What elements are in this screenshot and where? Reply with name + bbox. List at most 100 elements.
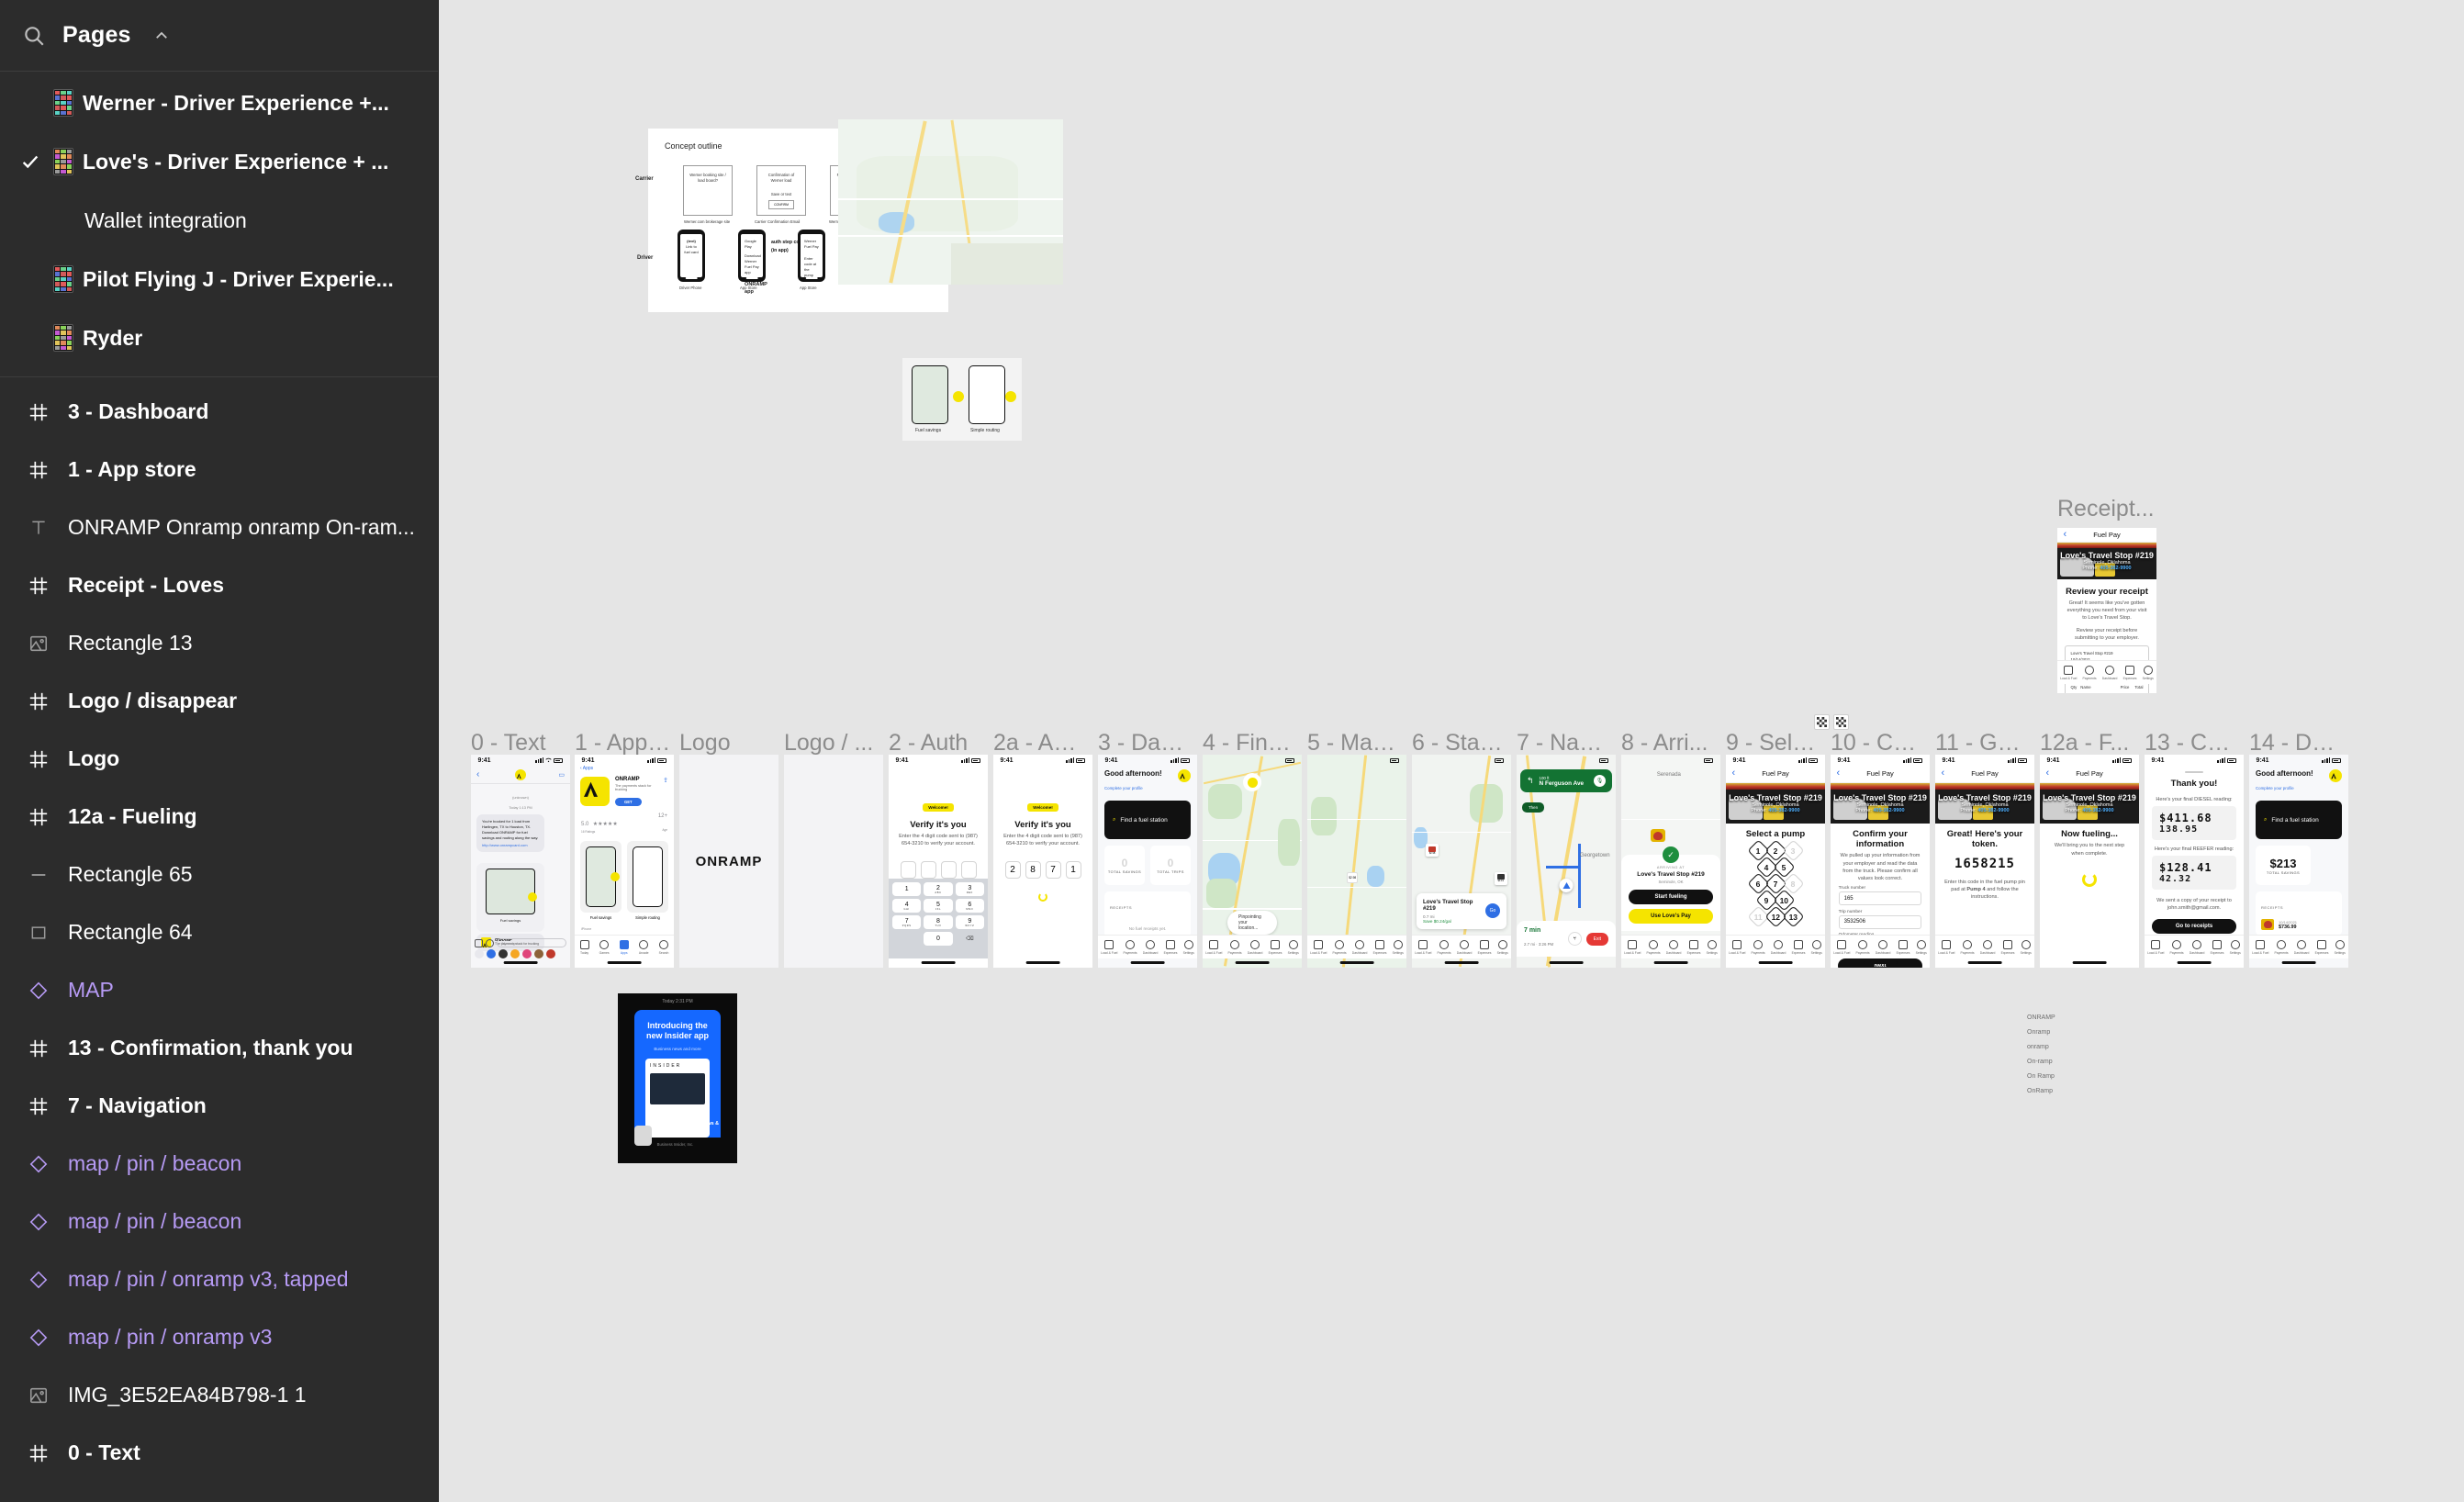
receipts-card[interactable]: RECEIPTS 10/14/2021 $736.99 — [2256, 891, 2342, 936]
tab-item[interactable]: Payments — [2083, 665, 2097, 680]
code-digit[interactable]: 7 — [1045, 860, 1061, 879]
route-options-icon[interactable]: ⑂ — [1567, 932, 1582, 946]
camera-icon[interactable] — [475, 938, 483, 947]
code-digit[interactable]: 8 — [1025, 860, 1041, 879]
keypad-key-7[interactable]: 7 PQRS — [892, 915, 922, 929]
numeric-keypad[interactable]: 1 2 ABC 3 DEF 4 GHI 5 JKL 6 MNO 7 PQRS 8 TUV 9 WXYZ 0 ⌫ — [889, 879, 988, 958]
tab-expenses[interactable]: Expenses — [1792, 939, 1805, 955]
frame-label-4-find[interactable]: 4 - Find... — [1203, 730, 1294, 757]
layer-item-18[interactable]: 0 - Text — [0, 1424, 438, 1482]
tab-dashboard[interactable]: Dashboard — [2190, 939, 2204, 955]
layer-item-2[interactable]: ONRAMP Onramp onramp On-ram... — [0, 499, 438, 556]
find-fuel-search[interactable]: ⌕ Find a fuel station — [1104, 801, 1191, 840]
tab-dashboard[interactable]: Dashboard — [1980, 939, 1995, 955]
page-item-4[interactable]: Ryder — [0, 308, 438, 367]
keypad-key-8[interactable]: 8 TUV — [924, 915, 953, 929]
tab-settings[interactable]: Settings — [1707, 939, 1718, 955]
tab-load-fuel[interactable]: Load & Fuel — [1415, 939, 1431, 955]
frame-13-confirmation[interactable]: 9:41 Thank you! Here's your final DIESEL… — [2145, 755, 2244, 968]
tab-settings[interactable]: Settings — [1288, 939, 1299, 955]
tab-dashboard[interactable]: Dashboard — [1143, 939, 1158, 955]
frame-map-preview-pair[interactable]: Fuel savings Simple routing — [902, 358, 1022, 441]
exit-button[interactable]: Exit — [1585, 932, 1608, 946]
tab-payments[interactable]: Payments — [1961, 939, 1975, 955]
tab-load-fuel[interactable]: Load & Fuel — [2252, 939, 2268, 955]
frame-5-map[interactable]: 9:41 $2.98 Load & Fuel Payments Dashboar… — [1307, 755, 1406, 968]
keypad-key-4[interactable]: 4 GHI — [892, 899, 922, 913]
tab-settings[interactable]: Settings — [1811, 939, 1822, 955]
frame-2-auth[interactable]: 9:41 Welcome! Verify it's you Enter the … — [889, 755, 988, 968]
back-icon[interactable]: ‹ — [1836, 768, 1840, 779]
frame-10-confirm-info[interactable]: 9:41 ‹ Fuel Pay Love's Travel Stop #219 … — [1831, 755, 1930, 968]
frame-receipt-loves[interactable]: ‹ Fuel Pay Love's Travel Stop #219 Semin… — [2057, 528, 2156, 693]
message-input[interactable]: iMessage — [497, 938, 566, 947]
frame-label-2-auth[interactable]: 2 - Auth — [889, 730, 980, 757]
tab-settings[interactable]: Settings — [2335, 939, 2346, 955]
tab-item[interactable]: Expenses — [2123, 665, 2136, 680]
frame-label-receipt[interactable]: Receipt... — [2057, 496, 2158, 522]
profile-link[interactable]: Complete your profile — [1104, 786, 1143, 790]
frame-14-dashboard-filled[interactable]: 9:41 Good afternoon! Complete your profi… — [2249, 755, 2348, 968]
frame-label-logo-disappear[interactable]: Logo / ... — [784, 730, 876, 757]
frame-6-station[interactable]: 9:41 $2.98 $3.19 Love's Travel Stop #219… — [1412, 755, 1511, 968]
layer-item-3[interactable]: Receipt - Loves — [0, 556, 438, 614]
tab-load-fuel[interactable]: Load & Fuel — [1205, 939, 1222, 955]
receipt-row[interactable]: 10/14/2021 $736.99 — [2261, 919, 2336, 931]
pump-grid[interactable]: 1 2 3 4 5 6 7 8 9 10 11 12 13 — [1726, 839, 1825, 928]
code-digit-box[interactable] — [960, 860, 977, 879]
tab-bar[interactable]: Load & Fuel Payments Dashboard Expenses … — [1098, 935, 1197, 958]
link-preview[interactable]: Fuel savings — [476, 863, 544, 932]
page-item-3[interactable]: Pilot Flying J - Driver Experie... — [0, 250, 438, 308]
start-fueling-button[interactable]: Start fueling — [1629, 890, 1713, 904]
layer-item-0[interactable]: 3 - Dashboard — [0, 383, 438, 441]
phone-number[interactable]: 405-382-9900 — [1873, 808, 1904, 813]
app-logo-icon[interactable] — [2329, 769, 2342, 783]
frame-label-9-select[interactable]: 9 - Sele... — [1726, 730, 1818, 757]
layer-item-1[interactable]: 1 - App store — [0, 441, 438, 499]
tab-load-fuel[interactable]: Load & Fuel — [2147, 939, 2164, 955]
frame-label-14-dashboard[interactable]: 14 - Da... — [2249, 730, 2341, 757]
frame-logo[interactable]: ONRAMP — [679, 755, 778, 968]
loves-pin-icon[interactable] — [1651, 829, 1666, 843]
appstore-icon[interactable] — [486, 938, 494, 947]
frame-logo-disappear[interactable] — [784, 755, 883, 968]
page-item-0[interactable]: Werner - Driver Experience +... — [0, 73, 438, 132]
tab-expenses[interactable]: Expenses — [2001, 939, 2014, 955]
tab-expenses[interactable]: Expenses — [1269, 939, 1282, 955]
layer-item-4[interactable]: Rectangle 13 — [0, 614, 438, 672]
phone-number[interactable]: 405-382-9900 — [2100, 566, 2131, 571]
frame-label-10-confirm[interactable]: 10 - Co... — [1831, 730, 1922, 757]
go-button[interactable]: Go — [1485, 903, 1500, 919]
page-item-1[interactable]: Love's - Driver Experience + ... — [0, 132, 438, 191]
frame-8-arrival[interactable]: Serenada 9:41 ✓ ARRIVING AT Love's Trave… — [1621, 755, 1720, 968]
tab-load-fuel[interactable]: Load & Fuel — [1833, 939, 1850, 955]
layer-item-5[interactable]: Logo / disappear — [0, 672, 438, 730]
keypad-backspace-icon[interactable]: ⌫ — [956, 932, 984, 946]
code-digit-box[interactable] — [900, 860, 916, 879]
tab-item[interactable]: Load & Fuel — [2060, 665, 2077, 680]
facetime-icon[interactable]: ▭ — [558, 771, 565, 779]
tab-settings[interactable]: Settings — [1183, 939, 1194, 955]
frame-label-1-app-store[interactable]: 1 - App ... — [575, 730, 671, 757]
tab-payments[interactable]: Payments — [2170, 939, 2184, 955]
frame-label-0-text[interactable]: 0 - Text — [471, 730, 567, 757]
frame-label-5-map[interactable]: 5 - Map... — [1307, 730, 1399, 757]
sheet-handle[interactable] — [2185, 771, 2203, 774]
back-icon[interactable]: ‹ — [2063, 530, 2066, 540]
tab-bar[interactable]: Load & Fuel Payments Dashboard Expenses … — [1307, 935, 1406, 958]
tab-payments[interactable]: Payments — [1752, 939, 1765, 955]
keypad-key-5[interactable]: 5 JKL — [924, 899, 953, 913]
tab-payments[interactable]: Payments — [1438, 939, 1451, 955]
tab-dashboard[interactable]: Dashboard — [1876, 939, 1890, 955]
tab-apps[interactable]: Apps — [619, 939, 629, 955]
frame-4-find[interactable]: 9:41 Pinpointing your location... Load &… — [1203, 755, 1302, 968]
selection-tool-badges[interactable] — [1814, 714, 1849, 730]
layer-item-13[interactable]: map / pin / beacon — [0, 1135, 438, 1193]
layer-item-10[interactable]: MAP — [0, 961, 438, 1019]
frame-0-text[interactable]: 9:41 ‹ ▭ (unknown) Today 1:13 PM You're … — [471, 755, 570, 968]
tab-expenses[interactable]: Expenses — [1897, 939, 1910, 955]
app-logo-icon[interactable] — [1178, 769, 1191, 783]
frame-1-app-store[interactable]: 9:41 ‹ Apps ONRAMP The payments stack fo… — [575, 755, 674, 968]
frame-12a-fueling[interactable]: 9:41 ‹ Fuel Pay Love's Travel Stop #219 … — [2040, 755, 2139, 968]
tab-bar[interactable]: Load & Fuel Payments Dashboard Expenses … — [2057, 660, 2156, 684]
